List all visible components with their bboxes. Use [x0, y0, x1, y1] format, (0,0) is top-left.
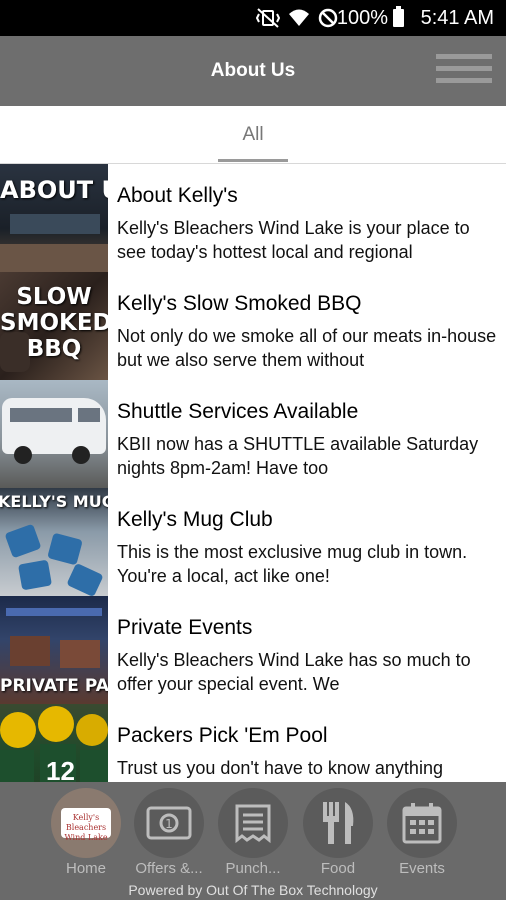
item-description: Trust us you don't have to know anything [117, 758, 443, 778]
brand-logo: Kelly's Bleachers Wind Lake [61, 808, 111, 842]
money-icon: 1 [146, 806, 192, 840]
nav-label: Home [65, 860, 106, 877]
item-thumbnail: SLOW SMOKED BBQ [0, 272, 108, 380]
vibrate-mute-icon [256, 8, 280, 28]
tab-bar: All [0, 106, 506, 164]
item-title: Kelly's Mug Club [117, 508, 273, 531]
wifi-icon [289, 9, 309, 26]
nav-label: Offers &... [135, 860, 203, 877]
item-title: Shuttle Services Available [117, 400, 359, 423]
menu-icon[interactable] [436, 54, 492, 88]
content-list: ABOUT US About Kelly's Kelly's Bleachers… [0, 164, 506, 782]
nav-home[interactable]: Kelly's Bleachers Wind Lake Home [44, 786, 128, 886]
thumbnail-caption: SMOKED [0, 310, 108, 336]
thumbnail-caption: KELLY'S MUG CL [0, 492, 108, 511]
nav-events[interactable]: Events [380, 786, 464, 886]
list-item[interactable]: 12 Packers Pick 'Em Pool Trust us you do… [0, 704, 506, 782]
nav-label: Punch... [225, 860, 281, 877]
app-header: About Us [0, 36, 506, 106]
item-thumbnail: KELLY'S MUG CL [0, 488, 108, 596]
item-description: Not only do we smoke all of our meats in… [117, 326, 497, 370]
item-title: Packers Pick 'Em Pool [117, 724, 328, 747]
item-thumbnail: PRIVATE PART [0, 596, 108, 704]
list-item[interactable]: Shuttle Services Available KBII now has … [0, 380, 506, 488]
item-title: Kelly's Slow Smoked BBQ [117, 292, 362, 315]
item-thumbnail: 12 [0, 704, 108, 782]
list-item[interactable]: ABOUT US About Kelly's Kelly's Bleachers… [0, 164, 506, 272]
nav-punch[interactable]: Punch... [211, 786, 295, 886]
thumbnail-caption: PRIVATE PART [0, 676, 108, 696]
nav-food[interactable]: Food [296, 786, 380, 886]
item-description: This is the most exclusive mug club in t… [117, 542, 468, 586]
bottom-nav: Kelly's Bleachers Wind Lake Home 1 Offer… [0, 782, 506, 900]
do-not-disturb-icon [318, 8, 338, 28]
battery-percent: 100% [336, 7, 388, 29]
status-icons [256, 8, 338, 28]
item-description: Kelly's Bleachers Wind Lake has so much … [117, 650, 471, 694]
battery-icon [393, 6, 404, 27]
thumbnail-caption: ABOUT US [0, 176, 108, 204]
svg-text:1: 1 [165, 817, 173, 831]
thumbnail-caption: SLOW [16, 284, 92, 310]
list-item[interactable]: SLOW SMOKED BBQ Kelly's Slow Smoked BBQ … [0, 272, 506, 380]
nav-label: Food [320, 860, 356, 877]
item-title: Private Events [117, 616, 253, 639]
thumbnail-caption: BBQ [26, 336, 82, 362]
item-description: KBII now has a SHUTTLE available Saturda… [117, 434, 479, 478]
calendar-icon [402, 803, 442, 844]
list-item[interactable]: PRIVATE PART Private Events Kelly's Blea… [0, 596, 506, 704]
status-bar: 100% 5:41 AM [0, 0, 506, 36]
clock: 5:41 AM [420, 7, 494, 29]
receipt-icon [235, 804, 271, 844]
tab-indicator [218, 159, 288, 162]
nav-label: Events [399, 860, 445, 877]
fork-knife-icon [323, 802, 354, 844]
item-thumbnail: ABOUT US [0, 164, 108, 272]
list-item[interactable]: KELLY'S MUG CL Kelly's Mug Club This is … [0, 488, 506, 596]
tab-all[interactable]: All [218, 124, 288, 146]
shuttle-van-image [2, 398, 106, 454]
item-description: Kelly's Bleachers Wind Lake is your plac… [117, 218, 470, 262]
item-title: About Kelly's [117, 184, 238, 207]
powered-by-footer: Powered by Out Of The Box Technology [128, 882, 378, 898]
item-thumbnail [0, 380, 108, 488]
nav-offers[interactable]: 1 Offers &... [127, 786, 211, 886]
page-title: About Us [210, 60, 296, 81]
